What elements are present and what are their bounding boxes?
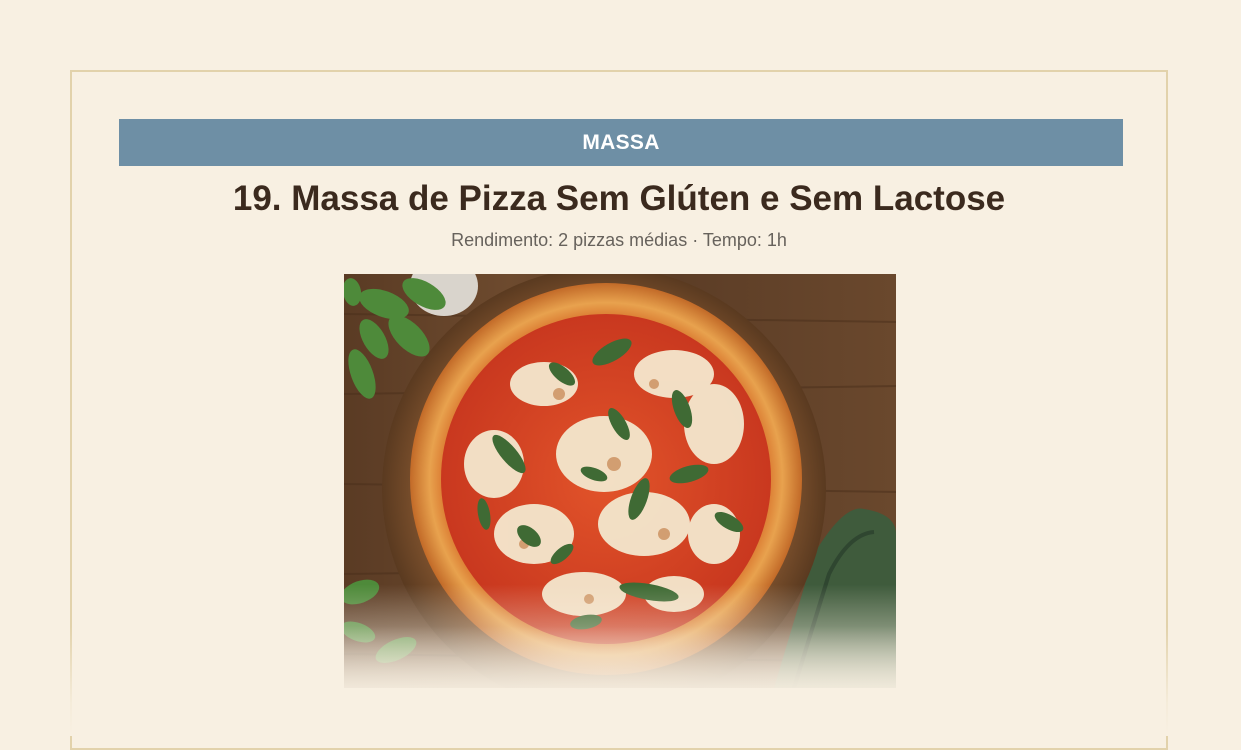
pizza-photo-illustration <box>344 274 896 688</box>
recipe-card: MASSA 19. Massa de Pizza Sem Glúten e Se… <box>70 70 1168 750</box>
recipe-photo <box>344 274 896 688</box>
recipe-title: 19. Massa de Pizza Sem Glúten e Sem Lact… <box>232 179 1006 218</box>
category-banner: MASSA <box>119 119 1123 166</box>
recipe-meta: Rendimento: 2 pizzas médias · Tempo: 1h <box>451 230 787 250</box>
category-label: MASSA <box>582 130 660 154</box>
